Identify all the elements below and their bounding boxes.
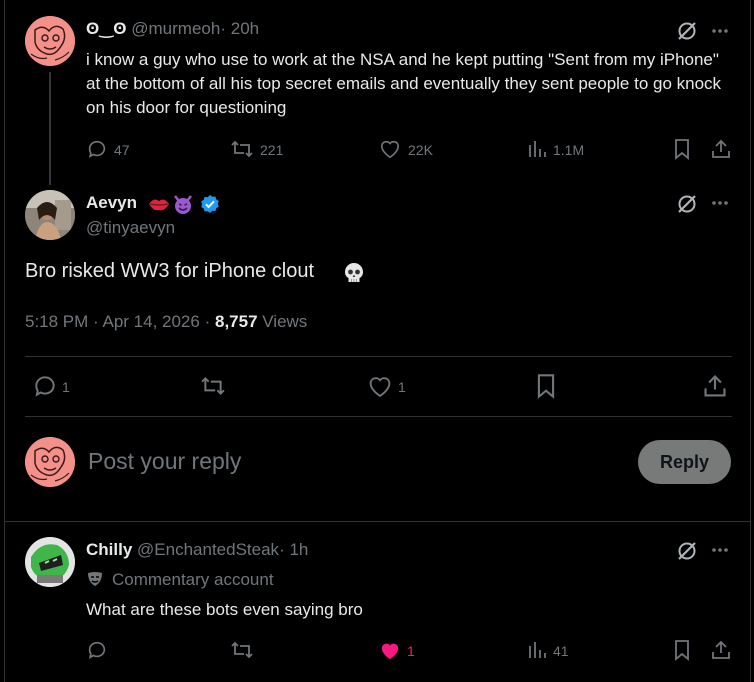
views-icon[interactable]	[527, 640, 547, 660]
tweet1-time[interactable]: 20h	[231, 19, 259, 38]
grok-icon[interactable]	[676, 20, 698, 42]
verified-badge-icon[interactable]	[200, 194, 220, 214]
reply-text: What are these bots even saying bro	[86, 600, 363, 619]
reply-input[interactable]: Post your reply	[88, 448, 241, 475]
meta-dot: ·	[204, 312, 211, 331]
skull-emoji	[342, 261, 366, 285]
views-icon[interactable]	[527, 139, 547, 159]
divider	[4, 521, 751, 522]
tweet1-handle[interactable]: @murmeoh	[131, 19, 220, 38]
share-icon[interactable]	[710, 639, 732, 661]
liked-heart-icon[interactable]	[379, 641, 401, 661]
avatar-current-user[interactable]	[25, 437, 75, 487]
commentary-mask-icon	[86, 570, 104, 588]
more-icon[interactable]	[711, 547, 729, 553]
main-handle[interactable]: @tinyaevyn	[86, 218, 175, 238]
more-icon[interactable]	[711, 200, 729, 206]
commentary-label: Commentary account	[112, 570, 274, 589]
tweet1-reply-count: 47	[114, 142, 130, 158]
reply-handle[interactable]: @EnchantedSteak	[137, 540, 279, 559]
repost-icon[interactable]	[230, 639, 254, 661]
tweet1-view-count: 1.1M	[553, 142, 585, 158]
smiling-devil-emoji	[172, 193, 194, 215]
main-tweet-time[interactable]: 5:18 PM · Apr 14, 2026	[25, 312, 200, 331]
main-reply-count: 1	[62, 379, 70, 395]
main-views-label: Views	[262, 312, 308, 331]
tweet1-display-name[interactable]: ʘ‿ʘ	[86, 19, 127, 38]
main-like-count: 1	[398, 379, 406, 395]
tweet1-header: ʘ‿ʘ @murmeoh· 20h	[86, 19, 259, 39]
main-tweet-text: Bro risked WW3 for iPhone clout	[25, 260, 314, 282]
divider	[25, 416, 732, 417]
grok-icon[interactable]	[676, 540, 698, 562]
reply-like-count: 1	[407, 643, 415, 659]
repost-icon[interactable]	[230, 138, 254, 160]
bookmark-icon[interactable]	[673, 138, 691, 160]
repost-icon[interactable]	[199, 374, 227, 398]
main-display-name[interactable]: Aevyn	[86, 193, 137, 212]
share-icon[interactable]	[702, 373, 728, 399]
reply-icon[interactable]	[86, 138, 108, 160]
column-border-right	[750, 0, 751, 682]
thread-line	[49, 72, 51, 185]
reply-display-name[interactable]: Chilly	[86, 540, 132, 559]
main-tweet-meta: 5:18 PM · Apr 14, 2026 · 8,757 Views	[25, 312, 307, 332]
main-tweet-header: Aevyn	[86, 193, 137, 213]
column-border-left	[4, 0, 5, 682]
reply-button[interactable]: Reply	[638, 440, 731, 484]
tweet1-repost-count: 221	[260, 142, 284, 158]
reply-separator: ·	[279, 540, 285, 559]
avatar-aevyn[interactable]	[25, 190, 75, 240]
avatar-murmeoh[interactable]	[25, 16, 75, 66]
more-icon[interactable]	[711, 28, 729, 34]
grok-icon[interactable]	[676, 193, 698, 215]
divider	[25, 356, 732, 357]
avatar-chilly[interactable]	[25, 537, 75, 587]
lips-emoji	[148, 195, 170, 213]
tweet1-like-count: 22K	[408, 142, 433, 158]
reply-view-count: 41	[553, 643, 569, 659]
main-tweet-text-row: Bro risked WW3 for iPhone clout	[25, 260, 314, 283]
reply-header: Chilly @EnchantedSteak· 1h	[86, 540, 308, 560]
main-views-count: 8,757	[214, 312, 258, 331]
tweet1-text: i know a guy who use to work at the NSA …	[86, 50, 722, 117]
bookmark-icon[interactable]	[673, 639, 691, 661]
like-icon[interactable]	[379, 139, 401, 159]
like-icon[interactable]	[367, 375, 393, 398]
reply-icon[interactable]	[32, 373, 58, 399]
share-icon[interactable]	[710, 138, 732, 160]
tweet1-separator: ·	[220, 19, 226, 38]
reply-icon[interactable]	[86, 639, 108, 661]
bookmark-icon[interactable]	[535, 373, 557, 399]
reply-time[interactable]: 1h	[289, 540, 308, 559]
